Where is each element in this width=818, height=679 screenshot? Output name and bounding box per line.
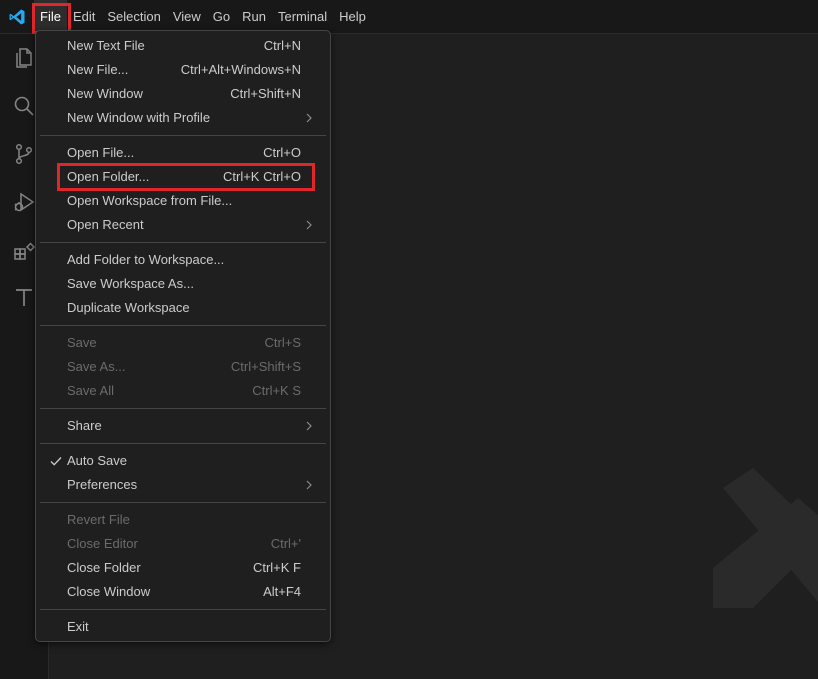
menu-new-window[interactable]: New Window Ctrl+Shift+N (40, 82, 326, 106)
menu-exit[interactable]: Exit (40, 615, 326, 639)
menu-item-keybinding: Ctrl+O (263, 145, 301, 160)
menu-item-label: New Text File (67, 38, 145, 53)
menu-item-keybinding: Ctrl+S (264, 335, 301, 350)
menu-item-keybinding: Ctrl+N (263, 38, 301, 53)
menu-item-keybinding: Ctrl+Shift+N (230, 86, 301, 101)
menu-save-workspace-as[interactable]: Save Workspace As... (40, 272, 326, 296)
menu-open-recent[interactable]: Open Recent (40, 213, 326, 237)
menu-save-all: Save All Ctrl+K S (40, 379, 326, 403)
menu-item-label: Add Folder to Workspace... (67, 252, 225, 267)
menu-save: Save Ctrl+S (40, 331, 326, 355)
menu-item-label: Save All (67, 383, 114, 398)
menu-item-label: Preferences (67, 477, 138, 492)
menu-bar: File Edit Selection View Go Run Terminal… (34, 0, 372, 33)
menu-item-keybinding: Ctrl+K F (252, 560, 301, 575)
menu-item-label: Open Workspace from File... (67, 193, 233, 208)
menu-separator (40, 135, 326, 136)
search-icon (14, 96, 34, 116)
menu-close-window[interactable]: Close Window Alt+F4 (40, 580, 326, 604)
extensions-icon (14, 242, 36, 260)
menu-item-keybinding: Ctrl+K S (252, 383, 301, 398)
menu-separator (40, 325, 326, 326)
menu-item-keybinding: Alt+F4 (263, 584, 301, 599)
menu-item-label: Save (67, 335, 97, 350)
menu-item-label: Open File... (67, 145, 135, 160)
menu-close-folder[interactable]: Close Folder Ctrl+K F (40, 556, 326, 580)
menu-help[interactable]: Help (333, 0, 372, 33)
menu-separator (40, 408, 326, 409)
menu-item-label: Auto Save (67, 453, 127, 468)
vscode-logo-icon[interactable] (8, 8, 26, 26)
files-icon (16, 48, 32, 68)
menu-item-label: Close Window (67, 584, 151, 599)
menu-share[interactable]: Share (40, 414, 326, 438)
menu-duplicate-workspace[interactable]: Duplicate Workspace (40, 296, 326, 320)
run-debug-icon (14, 192, 35, 212)
menu-item-label: Save Workspace As... (67, 276, 194, 291)
menu-separator (40, 443, 326, 444)
text-icon (16, 289, 32, 306)
menu-item-label: Duplicate Workspace (67, 300, 190, 315)
menu-item-keybinding: Ctrl+K Ctrl+O (222, 169, 301, 184)
menu-run[interactable]: Run (236, 0, 272, 33)
menu-item-label: Close Editor (67, 536, 138, 551)
file-menu-dropdown: New Text File Ctrl+N New File... Ctrl+Al… (35, 30, 331, 642)
menu-revert-file: Revert File (40, 508, 326, 532)
menu-item-label: Exit (67, 619, 89, 634)
source-control-icon (15, 143, 33, 165)
menu-item-keybinding: Ctrl+Alt+Windows+N (180, 62, 301, 77)
menu-close-editor: Close Editor Ctrl+' (40, 532, 326, 556)
menu-add-folder-to-workspace[interactable]: Add Folder to Workspace... (40, 248, 326, 272)
menu-item-label: New File... (67, 62, 129, 77)
menu-item-label: Open Folder... (67, 169, 150, 184)
menu-open-file[interactable]: Open File... Ctrl+O (40, 141, 326, 165)
menu-item-label: New Window with Profile (67, 110, 211, 125)
menu-item-keybinding: Ctrl+Shift+S (230, 359, 301, 374)
menu-separator (40, 502, 326, 503)
chevron-right-icon (306, 220, 312, 230)
menu-auto-save[interactable]: Auto Save (40, 449, 326, 473)
menu-item-label: New Window (67, 86, 143, 101)
menu-new-file[interactable]: New File... Ctrl+Alt+Windows+N (40, 58, 326, 82)
menu-separator (40, 242, 326, 243)
chevron-right-icon (306, 113, 312, 123)
menu-new-text-file[interactable]: New Text File Ctrl+N (40, 34, 326, 58)
menu-open-folder[interactable]: Open Folder... Ctrl+K Ctrl+O (40, 165, 326, 189)
menu-view[interactable]: View (167, 0, 207, 33)
menu-go[interactable]: Go (207, 0, 236, 33)
menu-item-label: Share (67, 418, 102, 433)
menu-selection[interactable]: Selection (101, 0, 166, 33)
checkmark-icon (50, 457, 62, 466)
menu-file[interactable]: File (34, 0, 67, 33)
menu-item-label: Close Folder (67, 560, 141, 575)
menu-new-window-with-profile[interactable]: New Window with Profile (40, 106, 326, 130)
menu-open-workspace-from-file[interactable]: Open Workspace from File... (40, 189, 326, 213)
chevron-right-icon (306, 480, 312, 490)
menu-terminal[interactable]: Terminal (272, 0, 333, 33)
title-bar: File Edit Selection View Go Run Terminal… (0, 0, 818, 34)
chevron-right-icon (306, 421, 312, 431)
menu-item-label: Open Recent (67, 217, 144, 232)
menu-item-keybinding: Ctrl+' (270, 536, 301, 551)
menu-item-label: Revert File (67, 512, 130, 527)
menu-preferences[interactable]: Preferences (40, 473, 326, 497)
menu-edit[interactable]: Edit (67, 0, 101, 33)
menu-separator (40, 609, 326, 610)
menu-item-label: Save As... (67, 359, 126, 374)
menu-save-as: Save As... Ctrl+Shift+S (40, 355, 326, 379)
vscode-watermark-icon (713, 468, 818, 608)
